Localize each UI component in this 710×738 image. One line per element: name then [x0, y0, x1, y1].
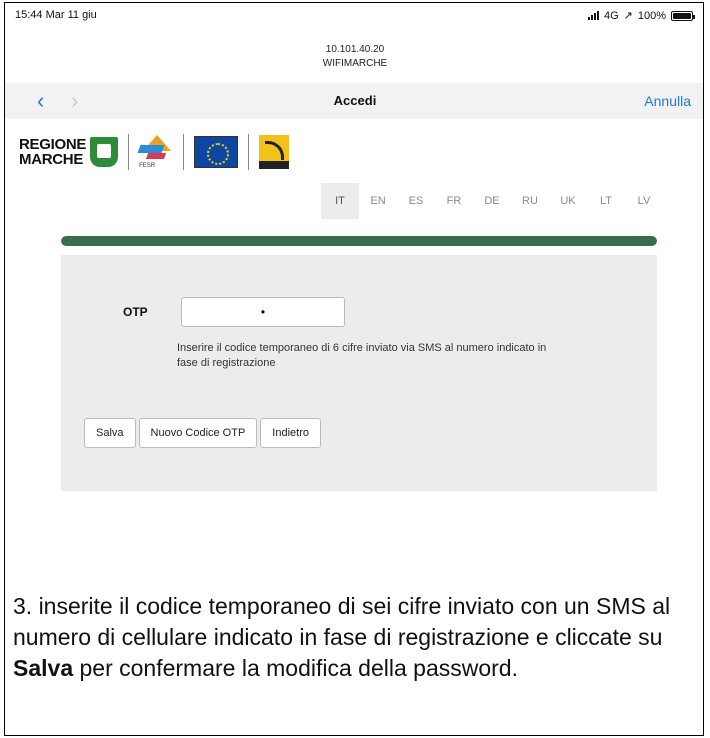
status-time: 15:44 [15, 9, 43, 21]
signal-icon [587, 11, 599, 20]
status-date: Mar 11 giu [45, 9, 97, 21]
language-tab-it[interactable]: IT [321, 183, 359, 219]
status-bar: 15:44 Mar 11 giu 4G ↗ 100% [5, 3, 703, 31]
language-selector: IT EN ES FR DE RU UK LT LV [321, 183, 663, 219]
caption-text-after: per confermare la modifica della passwor… [73, 655, 518, 681]
language-tab-es[interactable]: ES [397, 183, 435, 219]
eu-flag-logo [194, 136, 239, 168]
progress-fill [61, 236, 657, 246]
status-right: 4G ↗ 100% [587, 9, 695, 22]
regione-line2: MARCHE [19, 151, 84, 168]
battery-percent: 100% [637, 9, 666, 22]
fesr-logo: FESR [137, 135, 173, 169]
fesr-label: FESR [139, 163, 156, 169]
new-otp-code-button[interactable]: Nuovo Codice OTP [138, 418, 258, 448]
otp-form-panel: OTP Inserire il codice temporaneo di 6 c… [61, 255, 657, 491]
logo-divider [183, 134, 185, 170]
page-title: Accedi [333, 93, 377, 108]
form-buttons: Salva Nuovo Codice OTP Indietro [84, 418, 321, 448]
battery-level [673, 12, 691, 19]
language-tab-lv[interactable]: LV [625, 183, 663, 219]
otp-input[interactable] [181, 297, 345, 327]
language-tab-de[interactable]: DE [473, 183, 511, 219]
logo-divider [128, 134, 130, 170]
back-button[interactable]: Indietro [260, 418, 321, 448]
language-tab-ru[interactable]: RU [511, 183, 549, 219]
otp-hint: Inserire il codice temporaneo di 6 cifre… [177, 342, 547, 369]
address-bar[interactable]: 10.101.40.20 WIFIMARCHE [5, 43, 703, 71]
document-frame: 15:44 Mar 11 giu 4G ↗ 100% 10.101.40.20 … [4, 2, 704, 736]
logo-divider [248, 134, 250, 170]
wifimarche-logo [259, 135, 290, 169]
language-tab-uk[interactable]: UK [549, 183, 587, 219]
address-ip: 10.101.40.20 [325, 44, 385, 55]
address-ssid: WIFIMARCHE [322, 58, 388, 69]
instruction-caption: 3. inserite il codice temporaneo di sei … [13, 591, 697, 684]
logo-strip: REGIONE MARCHE FESR [19, 127, 290, 177]
save-button[interactable]: Salva [84, 418, 136, 448]
regione-line1: REGIONE [19, 136, 87, 153]
captive-portal-navbar: ‹ › Accedi Annulla [5, 83, 703, 119]
otp-label: OTP [123, 305, 148, 319]
cancel-button[interactable]: Annulla [644, 93, 691, 109]
location-icon: ↗ [623, 10, 633, 22]
language-tab-lt[interactable]: LT [587, 183, 625, 219]
registration-progress-bar [61, 236, 657, 246]
regione-marche-logo: REGIONE MARCHE [19, 137, 86, 167]
caption-bold-save: Salva [13, 655, 74, 681]
caption-text-before: 3. inserite il codice temporaneo di sei … [13, 593, 671, 650]
ios-screenshot: 15:44 Mar 11 giu 4G ↗ 100% 10.101.40.20 … [5, 3, 703, 543]
network-type: 4G [603, 9, 619, 22]
language-tab-en[interactable]: EN [359, 183, 397, 219]
status-left: 15:44 Mar 11 giu [15, 9, 97, 21]
battery-icon [671, 10, 695, 21]
language-tab-fr[interactable]: FR [435, 183, 473, 219]
regione-shield-icon [90, 137, 119, 167]
